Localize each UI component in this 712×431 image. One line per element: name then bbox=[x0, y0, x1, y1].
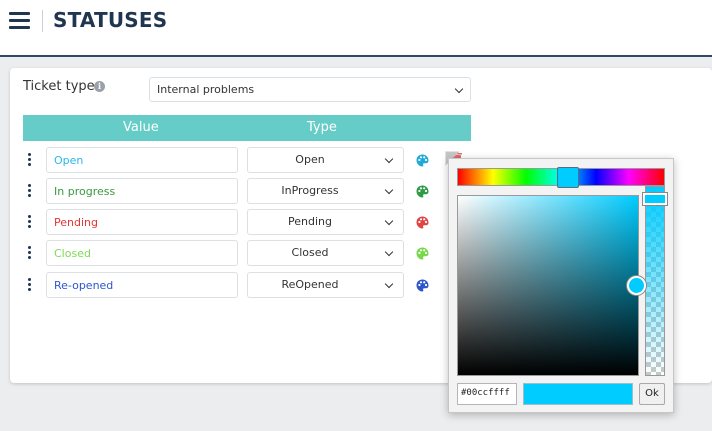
status-type-selected: Open bbox=[295, 153, 325, 166]
chevron-down-icon bbox=[384, 154, 394, 164]
color-preview-swatch bbox=[523, 383, 633, 405]
status-type-selected: Pending bbox=[288, 215, 332, 228]
status-type-select[interactable]: Open bbox=[247, 147, 404, 173]
chevron-down-icon bbox=[384, 216, 394, 226]
ok-button[interactable]: Ok bbox=[639, 383, 665, 405]
palette-icon[interactable] bbox=[416, 279, 429, 292]
status-type-select[interactable]: ReOpened bbox=[247, 272, 404, 298]
status-type-select[interactable]: Pending bbox=[247, 209, 404, 235]
hue-slider-handle[interactable] bbox=[557, 167, 579, 188]
palette-icon[interactable] bbox=[416, 154, 429, 167]
top-bar: STATUSES bbox=[0, 0, 712, 57]
saturation-handle[interactable] bbox=[627, 276, 646, 295]
palette-icon[interactable] bbox=[416, 247, 429, 260]
alpha-slider[interactable] bbox=[645, 186, 665, 376]
status-value-input[interactable]: In progress bbox=[46, 178, 238, 204]
palette-icon[interactable] bbox=[416, 185, 429, 198]
header-divider bbox=[42, 10, 43, 32]
chevron-down-icon bbox=[384, 185, 394, 195]
status-type-select[interactable]: InProgress bbox=[247, 178, 404, 204]
chevron-down-icon bbox=[384, 247, 394, 257]
hamburger-icon[interactable] bbox=[9, 12, 30, 30]
palette-icon[interactable] bbox=[416, 216, 429, 229]
status-value-input[interactable]: Open bbox=[46, 147, 238, 173]
ticket-type-select[interactable]: Internal problems bbox=[149, 77, 471, 102]
drag-handle-icon[interactable] bbox=[28, 153, 32, 167]
info-icon: i bbox=[94, 81, 105, 92]
drag-handle-icon[interactable] bbox=[28, 246, 32, 260]
column-header-value: Value bbox=[123, 120, 159, 135]
chevron-down-icon bbox=[454, 84, 464, 94]
status-type-selected: Closed bbox=[291, 246, 329, 259]
drag-handle-icon[interactable] bbox=[28, 278, 32, 292]
ticket-type-selected: Internal problems bbox=[157, 83, 255, 96]
status-value-input[interactable]: Pending bbox=[46, 209, 238, 235]
status-type-select[interactable]: Closed bbox=[247, 240, 404, 266]
alpha-slider-handle[interactable] bbox=[643, 193, 667, 205]
chevron-down-icon bbox=[384, 279, 394, 289]
drag-handle-icon[interactable] bbox=[28, 215, 32, 229]
status-value-input[interactable]: Closed bbox=[46, 240, 238, 266]
status-type-selected: ReOpened bbox=[281, 278, 339, 291]
ticket-type-label: Ticket type bbox=[23, 79, 95, 94]
table-header: Value Type bbox=[23, 115, 471, 141]
status-type-selected: InProgress bbox=[281, 184, 339, 197]
hex-color-input[interactable]: #00ccffff bbox=[457, 383, 517, 405]
saturation-area[interactable] bbox=[457, 195, 639, 376]
status-value-input[interactable]: Re-opened bbox=[46, 272, 238, 298]
column-header-type: Type bbox=[307, 120, 337, 135]
page-title: STATUSES bbox=[53, 8, 168, 32]
drag-handle-icon[interactable] bbox=[28, 184, 32, 198]
